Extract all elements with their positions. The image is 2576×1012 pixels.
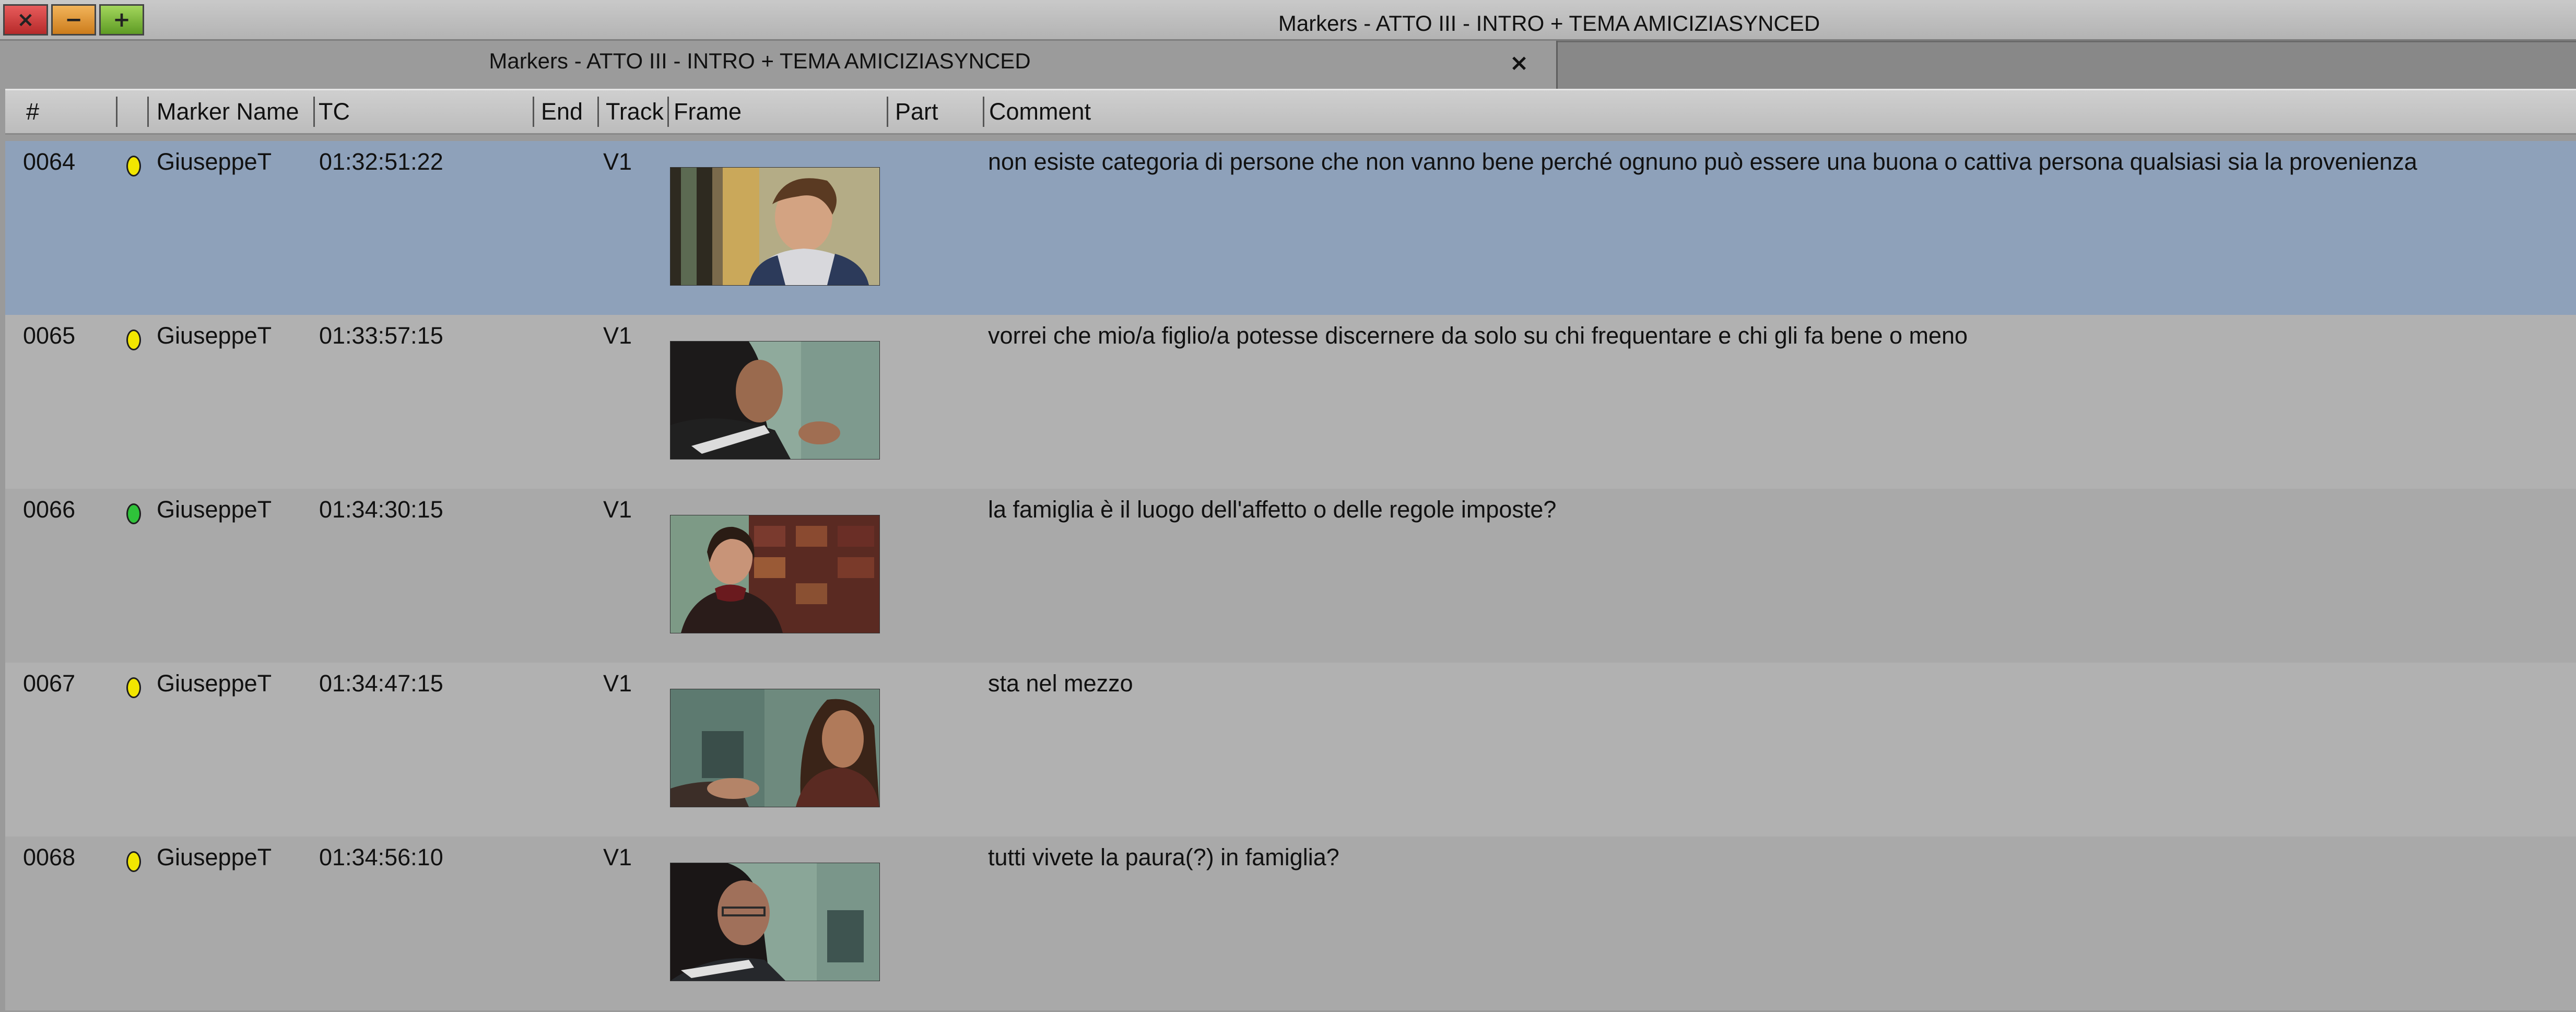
marker-list: 0064 GiuseppeT 01:32:51:22 V1 non esiste…: [5, 141, 2576, 1012]
marker-color-icon[interactable]: [126, 503, 141, 524]
marker-name: GiuseppeT: [157, 844, 272, 870]
column-divider[interactable]: [887, 97, 888, 127]
column-header-comment[interactable]: Comment: [984, 90, 1297, 133]
marker-timecode: 01:33:57:15: [319, 322, 443, 349]
marker-name: GiuseppeT: [157, 496, 272, 523]
thumbnail-two-people: [671, 689, 879, 807]
tab-close-icon[interactable]: ×: [1506, 50, 1532, 76]
table-row[interactable]: 0064 GiuseppeT 01:32:51:22 V1 non esiste…: [5, 141, 2576, 315]
marker-track: V1: [603, 322, 632, 349]
column-header-end[interactable]: End: [536, 90, 598, 133]
marker-name: GiuseppeT: [157, 148, 272, 175]
tab-label: Markers - ATTO III - INTRO + TEMA AMICIZ…: [489, 49, 1031, 73]
thumbnail-young-man-smiling: [671, 168, 879, 285]
marker-name: GiuseppeT: [157, 670, 272, 697]
minimize-window-button[interactable]: −: [51, 4, 96, 36]
marker-comment[interactable]: non esiste categoria di persone che non …: [988, 147, 2417, 176]
tab-markers[interactable]: Markers - ATTO III - INTRO + TEMA AMICIZ…: [0, 41, 1558, 89]
frame-thumbnail[interactable]: [670, 167, 880, 286]
marker-color-icon[interactable]: [126, 330, 141, 350]
table-row[interactable]: 0065 GiuseppeT 01:33:57:15 V1 vorrei che…: [5, 315, 2576, 489]
marker-timecode: 01:34:30:15: [319, 496, 443, 523]
table-row[interactable]: 0068 GiuseppeT 01:34:56:10 V1 tutti vive…: [5, 837, 2576, 1010]
column-header-track[interactable]: Track: [601, 90, 668, 133]
marker-color-icon[interactable]: [126, 156, 141, 176]
markers-window: × − + Markers - ATTO III - INTRO + TEMA …: [0, 0, 2576, 1012]
column-divider[interactable]: [147, 97, 149, 127]
marker-number: 0068: [23, 844, 76, 870]
marker-comment[interactable]: tutti vivete la paura(?) in famiglia?: [988, 843, 1339, 872]
title-bar[interactable]: × − + Markers - ATTO III - INTRO + TEMA …: [0, 0, 2576, 41]
marker-color-icon[interactable]: [126, 851, 141, 872]
tab-bar-empty-area: [1558, 41, 2576, 89]
marker-timecode: 01:34:47:15: [319, 670, 443, 697]
maximize-window-button[interactable]: +: [99, 4, 144, 36]
marker-track: V1: [603, 670, 632, 697]
table-row[interactable]: 0067 GiuseppeT 01:34:47:15 V1 sta nel me…: [5, 663, 2576, 837]
marker-number: 0067: [23, 670, 76, 697]
window-title: Markers - ATTO III - INTRO + TEMA AMICIZ…: [1278, 11, 1820, 36]
thumbnail-girl-bookshelf: [671, 515, 879, 633]
marker-timecode: 01:34:56:10: [319, 844, 443, 870]
column-divider[interactable]: [116, 97, 117, 127]
marker-name: GiuseppeT: [157, 322, 272, 349]
marker-comment[interactable]: sta nel mezzo: [988, 669, 1133, 698]
marker-color-icon[interactable]: [126, 677, 141, 698]
column-header-frame[interactable]: Frame: [668, 90, 888, 133]
marker-track: V1: [603, 496, 632, 523]
thumbnail-girl-gesturing: [671, 342, 879, 459]
table-row[interactable]: 0066 GiuseppeT 01:34:30:15 V1 la famigli…: [5, 489, 2576, 663]
frame-thumbnail[interactable]: [670, 863, 880, 981]
frame-thumbnail[interactable]: [670, 341, 880, 460]
marker-number: 0066: [23, 496, 76, 523]
marker-comment[interactable]: la famiglia è il luogo dell'affetto o de…: [988, 495, 1556, 524]
column-divider[interactable]: [597, 97, 599, 127]
frame-thumbnail[interactable]: [670, 689, 880, 807]
column-header-num[interactable]: #: [21, 90, 125, 133]
column-header-part[interactable]: Part: [890, 90, 984, 133]
marker-number: 0065: [23, 322, 76, 349]
frame-thumbnail[interactable]: [670, 515, 880, 633]
thumbnail-girl-glasses: [671, 863, 879, 981]
marker-track: V1: [603, 844, 632, 870]
close-window-button[interactable]: ×: [3, 4, 48, 36]
column-header-tc[interactable]: TC: [313, 90, 533, 133]
tab-bar: Markers - ATTO III - INTRO + TEMA AMICIZ…: [0, 41, 2576, 89]
marker-timecode: 01:32:51:22: [319, 148, 443, 175]
column-header-marker-name[interactable]: Marker Name: [151, 90, 313, 133]
column-divider[interactable]: [533, 97, 534, 127]
marker-comment[interactable]: vorrei che mio/a figlio/a potesse discer…: [988, 321, 1968, 350]
marker-number: 0064: [23, 148, 76, 175]
marker-track: V1: [603, 148, 632, 175]
column-header: # Marker Name TC End Track Frame Part Co…: [5, 89, 2576, 135]
